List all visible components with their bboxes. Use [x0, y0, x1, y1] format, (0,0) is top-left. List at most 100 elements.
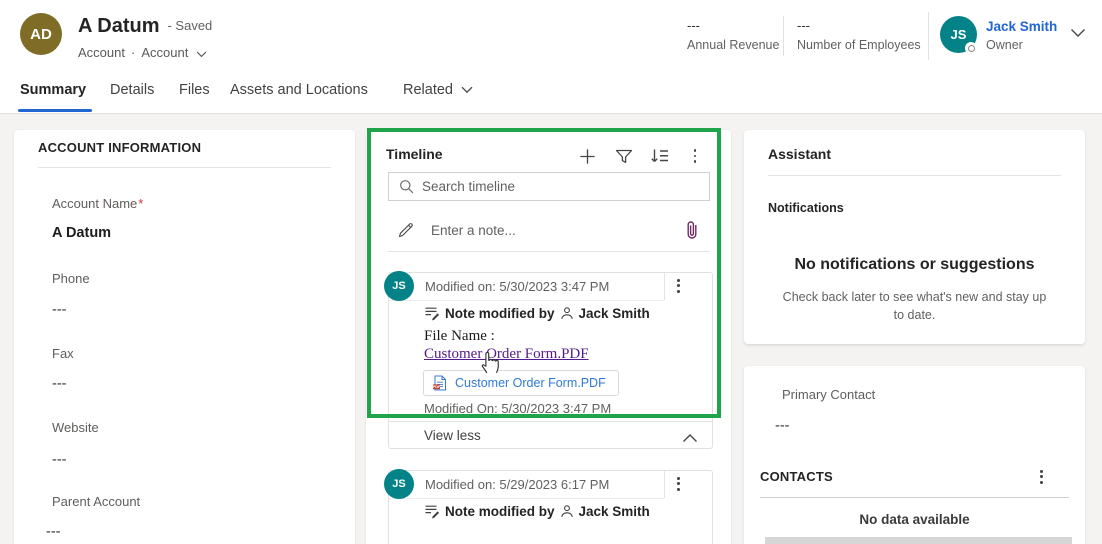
active-tab-indicator	[18, 109, 92, 112]
person-icon	[560, 306, 574, 320]
more-vertical-icon	[693, 149, 697, 163]
entry-more-button[interactable]	[677, 477, 680, 491]
account-information-section: ACCOUNT INFORMATION Account Name* A Datu…	[14, 130, 355, 544]
chevron-down-icon[interactable]	[196, 46, 207, 61]
stat-annual-revenue: --- Annual Revenue	[687, 18, 779, 52]
record-header: AD A Datum - Saved Account · Account --- …	[0, 0, 1102, 114]
field-label-account-name: Account Name*	[52, 196, 144, 211]
chevron-up-icon[interactable]	[682, 430, 698, 448]
section-title: ACCOUNT INFORMATION	[38, 140, 202, 155]
header-divider	[783, 16, 784, 56]
note-entry-row[interactable]: Enter a note...	[388, 210, 710, 250]
tab-related[interactable]: Related	[403, 82, 473, 98]
create-record-button[interactable]	[576, 145, 598, 167]
primary-contact-value[interactable]: ---	[775, 418, 790, 434]
horizontal-scrollbar[interactable]	[765, 537, 1072, 544]
note-placeholder: Enter a note...	[431, 222, 516, 238]
annual-revenue-label: Annual Revenue	[687, 38, 780, 52]
account-avatar: AD	[20, 13, 62, 55]
filter-button[interactable]	[613, 145, 635, 167]
entry-more-button[interactable]	[677, 279, 680, 293]
annual-revenue-value[interactable]: ---	[687, 18, 779, 33]
assistant-title: Assistant	[768, 146, 832, 162]
divider	[760, 497, 1069, 498]
save-status: - Saved	[167, 18, 213, 33]
pencil-icon	[397, 222, 414, 239]
plus-icon	[579, 148, 595, 164]
timeline-more-button[interactable]	[684, 145, 706, 167]
tab-details[interactable]: Details	[110, 82, 154, 98]
note-icon	[424, 503, 440, 519]
divider	[389, 300, 664, 301]
attachment-chip-label: Customer Order Form.PDF	[455, 376, 606, 390]
presence-status-icon	[965, 42, 977, 54]
contacts-empty-text: No data available	[859, 512, 970, 527]
breadcrumb-separator: ·	[130, 45, 136, 60]
tab-related-label: Related	[403, 82, 453, 98]
field-label-phone: Phone	[52, 271, 90, 286]
tab-summary[interactable]: Summary	[20, 82, 86, 98]
more-vertical-icon	[1040, 470, 1043, 484]
view-less-button[interactable]: View less	[424, 428, 481, 443]
entry-modified-on: Modified on: 5/29/2023 6:17 PM	[425, 477, 610, 492]
primary-contact-label: Primary Contact	[782, 387, 876, 402]
tab-files[interactable]: Files	[179, 82, 210, 98]
entry-action-line: Note modified by Jack Smith	[424, 503, 650, 519]
field-label-parent-account: Parent Account	[52, 494, 141, 509]
owner-name-link[interactable]: Jack Smith	[986, 19, 1057, 34]
entry-actor-name: Jack Smith	[578, 503, 650, 519]
record-name: A Datum	[78, 15, 160, 37]
field-value-account-name[interactable]: A Datum	[52, 225, 111, 241]
field-value-fax[interactable]: ---	[52, 376, 67, 392]
field-value-phone[interactable]: ---	[52, 302, 67, 318]
field-label-fax: Fax	[52, 346, 74, 361]
employees-label: Number of Employees	[797, 38, 921, 52]
search-input[interactable]	[422, 179, 701, 194]
attachment-chip[interactable]: PDF Customer Order Form.PDF	[423, 370, 619, 396]
header-collapse-chevron-icon[interactable]	[1070, 25, 1086, 43]
divider	[389, 421, 712, 422]
timeline-entry-2: Modified on: 5/29/2023 6:17 PM Note modi…	[388, 470, 713, 544]
pdf-file-icon: PDF	[432, 375, 447, 391]
assistant-empty-title: No notifications or suggestions	[794, 256, 1035, 273]
paperclip-icon[interactable]	[685, 220, 699, 240]
sort-button[interactable]	[648, 145, 670, 167]
timeline-section: Timeline Enter a note...	[366, 130, 731, 544]
more-vertical-icon	[677, 279, 680, 293]
divider	[664, 471, 665, 498]
contacts-grid-title: CONTACTS	[760, 469, 833, 484]
note-body-label: File Name :	[424, 328, 495, 344]
field-value-parent-account[interactable]: ---	[46, 524, 61, 540]
employees-value[interactable]: ---	[797, 18, 921, 33]
entry-avatar: JS	[384, 271, 414, 301]
assistant-section: Assistant Notifications No notifications…	[744, 130, 1085, 344]
more-vertical-icon	[677, 477, 680, 491]
dynamics-account-page: AD A Datum - Saved Account · Account --- …	[0, 0, 1102, 544]
tab-assets-and-locations[interactable]: Assets and Locations	[230, 82, 368, 98]
attachment-link[interactable]: Customer Order Form.PDF	[424, 346, 589, 363]
form-selector-label[interactable]: Account	[141, 45, 188, 60]
entry-action-text: Note modified by	[445, 503, 555, 519]
contacts-more-button[interactable]	[1040, 470, 1043, 484]
field-value-website[interactable]: ---	[52, 452, 67, 468]
person-icon	[560, 504, 574, 518]
header-divider	[928, 12, 929, 60]
timeline-title: Timeline	[386, 146, 443, 162]
divider	[664, 273, 665, 300]
assistant-empty-body: Check back later to see what's new and s…	[782, 290, 1047, 323]
owner-role-label: Owner	[986, 38, 1023, 52]
divider	[768, 175, 1061, 176]
stat-number-of-employees: --- Number of Employees	[797, 18, 921, 52]
entry-footer-modified: Modified On: 5/30/2023 3:47 PM	[424, 401, 612, 416]
divider	[388, 251, 710, 252]
entry-modified-on: Modified on: 5/30/2023 3:47 PM	[425, 279, 610, 294]
note-icon	[424, 305, 440, 321]
entry-action-line: Note modified by Jack Smith	[424, 305, 650, 321]
entry-action-text: Note modified by	[445, 305, 555, 321]
entry-actor-name: Jack Smith	[578, 305, 650, 321]
field-label-website: Website	[52, 420, 99, 435]
svg-text:PDF: PDF	[433, 385, 441, 389]
entry-avatar: JS	[384, 469, 414, 499]
timeline-search-box[interactable]	[388, 172, 710, 201]
divider	[38, 167, 331, 168]
